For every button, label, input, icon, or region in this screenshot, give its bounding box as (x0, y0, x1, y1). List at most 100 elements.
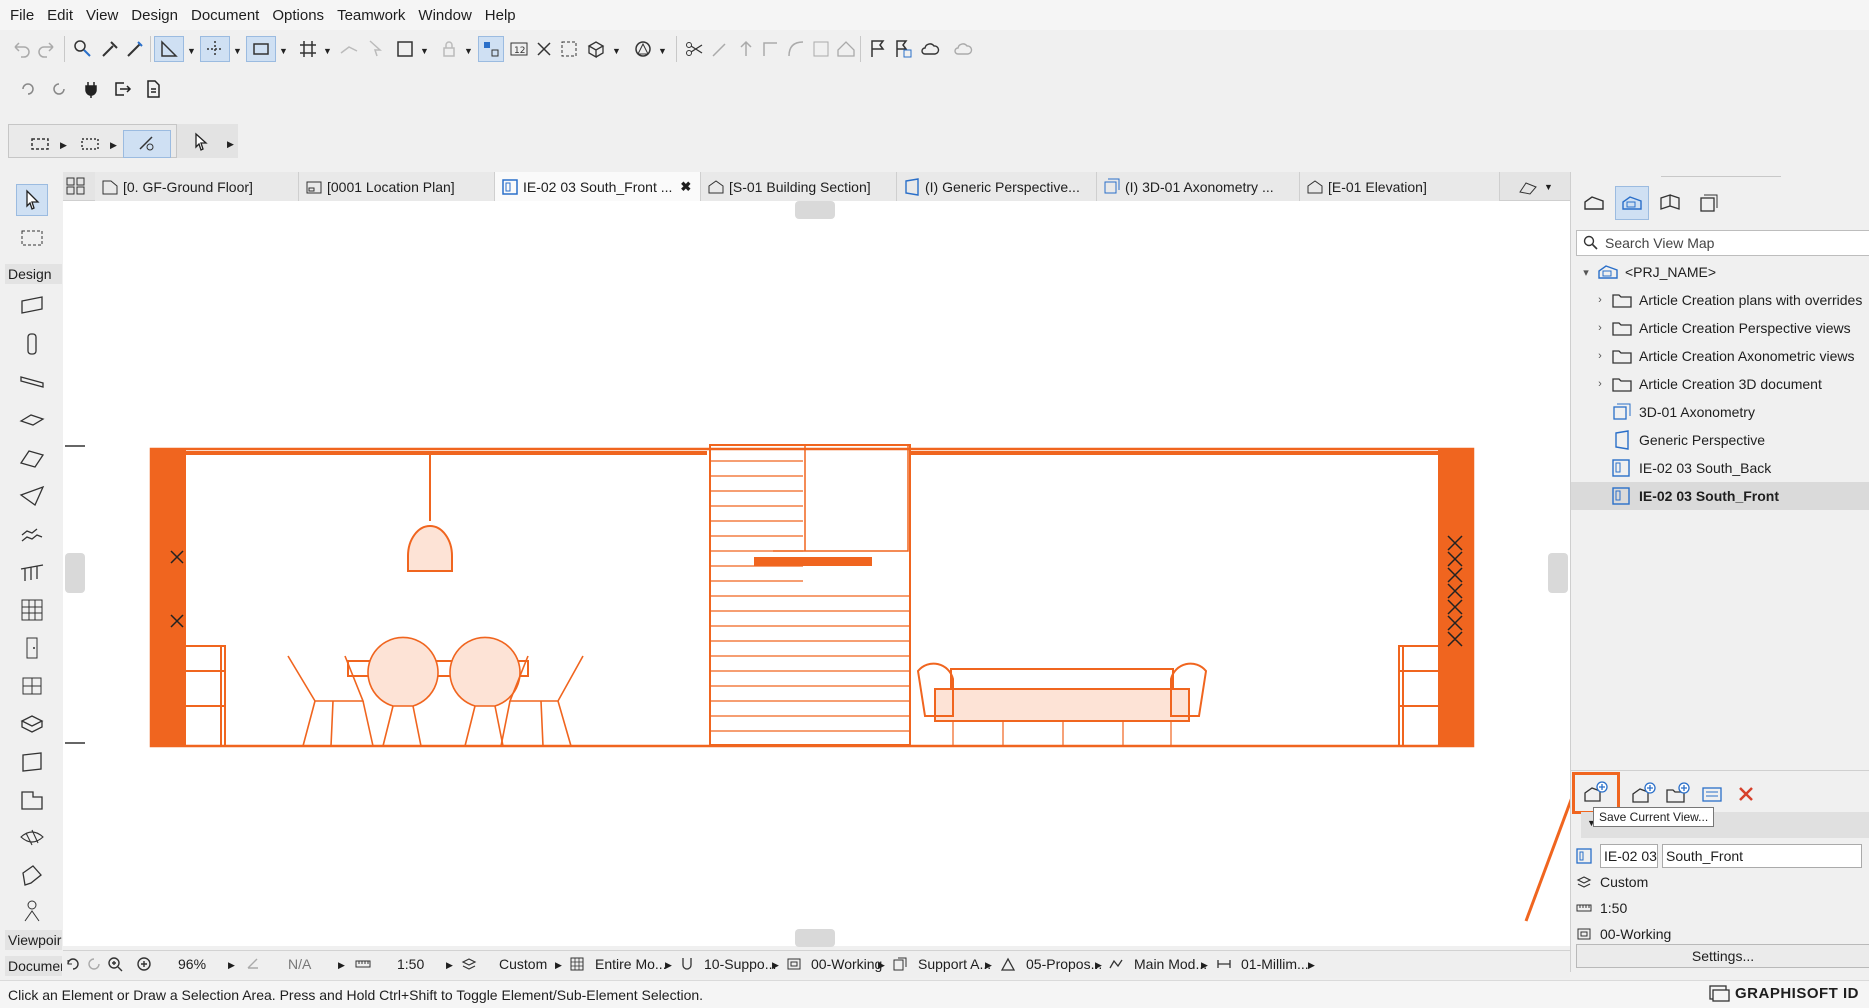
undo-icon[interactable] (8, 36, 34, 62)
column-tool-icon[interactable] (18, 330, 46, 358)
curtain-wall-tool-icon[interactable] (18, 596, 46, 624)
chevron-right-icon[interactable]: ▶ (338, 960, 345, 971)
arrow-tool[interactable] (16, 184, 48, 216)
lock-icon[interactable] (436, 36, 462, 62)
slab-tool-icon[interactable] (18, 406, 46, 434)
grid-icon[interactable] (295, 36, 321, 62)
chevron-down-icon[interactable]: ▾ (1579, 266, 1593, 279)
door-tool-icon[interactable] (18, 634, 46, 662)
syringe-icon[interactable] (122, 36, 148, 62)
model-view-icon[interactable] (569, 956, 590, 972)
trace-icon[interactable] (336, 36, 362, 62)
project-map-icon[interactable] (1579, 188, 1609, 218)
model-view-options-icon[interactable] (1108, 956, 1129, 972)
find-select-icon[interactable] (70, 36, 96, 62)
search-view-map-input[interactable]: Search View Map (1576, 230, 1869, 256)
scale-row[interactable]: 1:50 (1576, 896, 1627, 920)
tree-item-view-selected[interactable]: IE-02 03 South_Front (1571, 482, 1869, 510)
chevron-right-icon[interactable]: ▶ (665, 960, 672, 971)
tree-item-folder[interactable]: › Article Creation plans with overrides (1571, 286, 1869, 314)
magic-wand-icon[interactable] (707, 36, 733, 62)
scale-value[interactable]: 1:50 (397, 956, 424, 972)
guide-lines-icon[interactable] (154, 36, 184, 62)
send-receive-icon[interactable] (15, 76, 41, 102)
chevron-down-icon[interactable]: ▼ (323, 46, 332, 56)
design-toolbox-label[interactable]: Design (5, 264, 62, 284)
menu-document[interactable]: Document (191, 7, 259, 24)
redo-view-icon[interactable] (86, 956, 102, 972)
layout-icon[interactable] (392, 36, 418, 62)
tree-item-folder[interactable]: › Article Creation Perspective views (1571, 314, 1869, 342)
chevron-down-icon[interactable]: ▼ (612, 46, 621, 56)
menu-help[interactable]: Help (485, 7, 516, 24)
pen-set-icon[interactable] (679, 956, 700, 972)
magic-select-icon[interactable] (123, 130, 171, 158)
leave-project-icon[interactable] (109, 76, 135, 102)
corner-icon[interactable] (757, 36, 783, 62)
chevron-down-icon[interactable]: ▼ (187, 46, 196, 56)
publisher-sets-icon[interactable] (1693, 188, 1723, 218)
chevron-down-icon[interactable]: ▼ (420, 46, 429, 56)
tab-location-plan[interactable]: [0001 Location Plan] (299, 172, 495, 201)
bimcloud-icon[interactable] (917, 36, 943, 62)
chevron-right-icon[interactable]: › (1593, 294, 1607, 306)
3d-box-icon[interactable] (583, 36, 609, 62)
room-tool-icon[interactable] (18, 786, 46, 814)
tab-south-front[interactable]: IE-02 03 South_Front ... ✖ (495, 172, 701, 201)
chevron-right-icon[interactable]: ▶ (985, 960, 992, 971)
chevron-right-icon[interactable]: › (1593, 350, 1607, 362)
suspend-groups-icon[interactable] (478, 36, 504, 62)
tab-axonometry[interactable]: (I) 3D-01 Axonometry ... (1097, 172, 1300, 201)
menu-edit[interactable]: Edit (47, 7, 73, 24)
zoom-value[interactable]: 96% (178, 956, 206, 972)
snap-guides-icon[interactable] (200, 36, 230, 62)
menu-window[interactable]: Window (418, 7, 471, 24)
view-id-field[interactable]: IE-02 03 (1600, 844, 1658, 868)
rotate-angle-icon[interactable] (245, 956, 266, 972)
chevron-right-icon[interactable]: ▶ (60, 140, 67, 151)
plug-icon[interactable] (78, 76, 104, 102)
wall-tool-icon[interactable] (18, 292, 46, 320)
arrow-tool-icon[interactable] (188, 129, 214, 155)
redo-icon[interactable] (34, 36, 60, 62)
structure-value[interactable]: 00-Working (811, 956, 882, 972)
marquee-selection-icon[interactable] (72, 131, 108, 157)
tab-elevation[interactable]: [E-01 Elevation] (1300, 172, 1500, 201)
figure-tool-icon[interactable] (18, 898, 46, 926)
layer-combo-value[interactable]: Custom (499, 956, 547, 972)
marquee-icon[interactable] (556, 36, 582, 62)
scissors-icon[interactable] (682, 36, 708, 62)
tab-list-menu[interactable]: ▼ (1518, 176, 1562, 198)
menu-file[interactable]: File (10, 7, 34, 24)
chevron-down-icon[interactable]: ▼ (658, 46, 667, 56)
tree-item-folder[interactable]: › Article Creation Axonometric views (1571, 342, 1869, 370)
window-switch-icon[interactable] (1708, 983, 1730, 1003)
chevron-down-icon[interactable]: ▼ (279, 46, 288, 56)
settings-button[interactable]: Settings... (1576, 944, 1869, 968)
mesh-tool-icon[interactable] (18, 824, 46, 852)
chevron-right-icon[interactable]: ▶ (772, 960, 779, 971)
tab-overview-icon[interactable] (63, 175, 89, 197)
numbering-icon[interactable]: 12 (506, 36, 532, 62)
mvo-value[interactable]: Main Mod... (1134, 956, 1207, 972)
curve-icon[interactable] (783, 36, 809, 62)
layer-combination-row[interactable]: Custom (1576, 870, 1648, 894)
shell-tool-icon[interactable] (18, 482, 46, 510)
tree-item-view[interactable]: 3D-01 Axonometry (1571, 398, 1869, 426)
menu-view[interactable]: View (86, 7, 118, 24)
renovation-icon[interactable] (1000, 956, 1021, 972)
chevron-right-icon[interactable]: ▶ (227, 139, 234, 150)
render-icon[interactable] (630, 36, 656, 62)
eyedropper-icon[interactable] (97, 36, 123, 62)
dimension-icon[interactable] (1216, 956, 1237, 972)
layers-icon[interactable] (461, 956, 482, 972)
layout-book-icon[interactable] (1655, 188, 1685, 218)
fit-in-window-icon[interactable] (136, 956, 152, 972)
tree-item-view[interactable]: IE-02 03 South_Back (1571, 454, 1869, 482)
railing-tool-icon[interactable] (18, 558, 46, 586)
zone-tool-icon[interactable] (18, 748, 46, 776)
stair-tool-icon[interactable] (18, 520, 46, 548)
elevate-icon[interactable] (733, 36, 759, 62)
dimension-value[interactable]: 01-Millim... (1241, 956, 1309, 972)
beam-tool-icon[interactable] (18, 368, 46, 396)
